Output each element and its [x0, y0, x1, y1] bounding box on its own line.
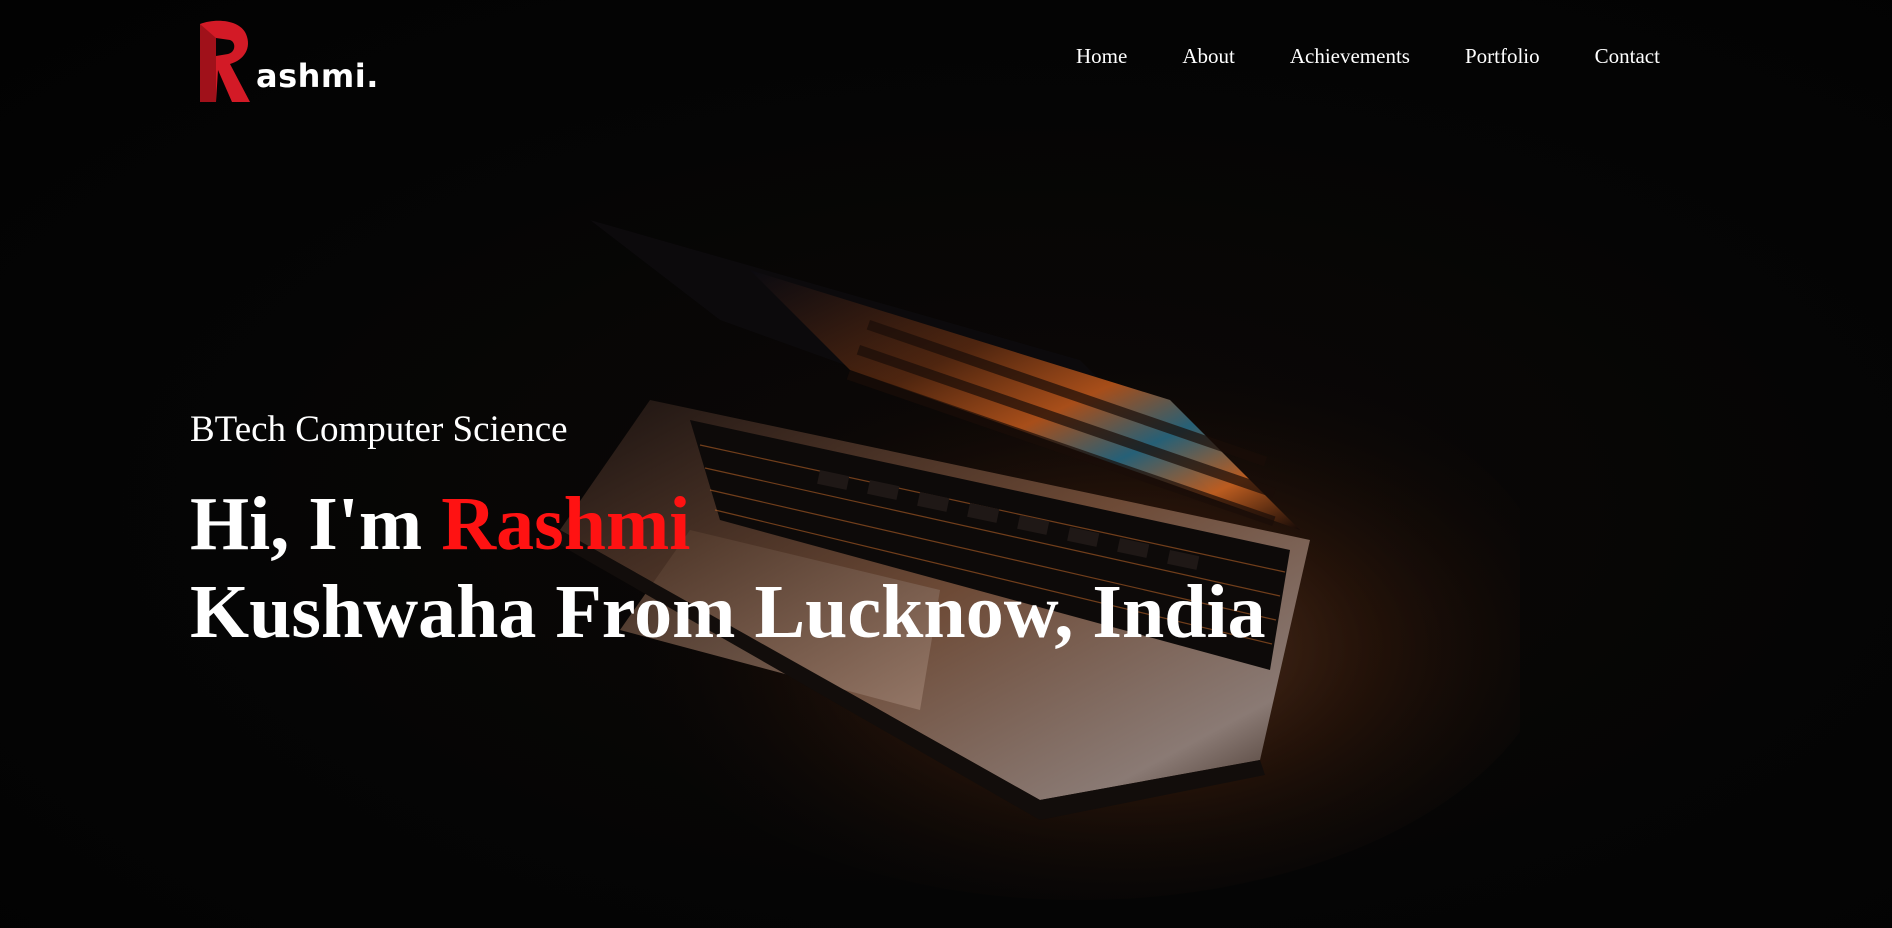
hero-name-highlight: Rashmi	[441, 482, 691, 567]
main-navigation: Home About Achievements Portfolio Contac…	[1076, 44, 1660, 69]
nav-home-link[interactable]: Home	[1076, 44, 1127, 69]
nav-contact-link[interactable]: Contact	[1595, 44, 1660, 69]
site-header: ashmi. Home About Achievements Portfolio…	[0, 0, 1892, 120]
hero-title: Hi, I'm Rashmi Kushwaha From Lucknow, In…	[190, 480, 1390, 656]
hero-greeting: Hi, I'm	[190, 482, 423, 567]
nav-about-link[interactable]: About	[1182, 44, 1235, 69]
hero-title-rest: Kushwaha From Lucknow, India	[190, 570, 1266, 655]
page: ashmi. Home About Achievements Portfolio…	[0, 0, 1892, 928]
hero-section: BTech Computer Science Hi, I'm Rashmi Ku…	[190, 408, 1390, 656]
nav-portfolio-link[interactable]: Portfolio	[1465, 44, 1540, 69]
brand-logo-text: ashmi.	[256, 57, 379, 95]
nav-achievements-link[interactable]: Achievements	[1290, 44, 1410, 69]
hero-subtitle: BTech Computer Science	[190, 409, 568, 450]
logo-r-mark-icon	[200, 20, 250, 103]
brand-logo[interactable]: ashmi.	[196, 16, 379, 106]
